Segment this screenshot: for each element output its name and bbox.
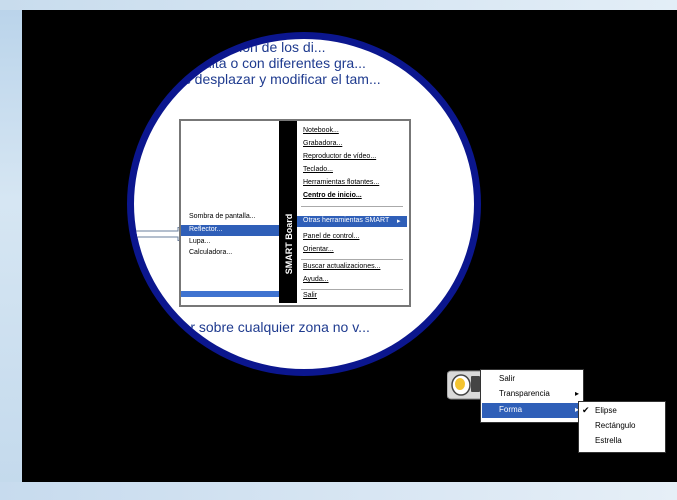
spot-text-line-2: ulta o con diferentes gra... (204, 55, 366, 71)
menu-separator (301, 206, 403, 207)
menu-item-notebook[interactable]: Notebook... (303, 127, 339, 134)
submenu-item-calculadora[interactable]: Calculadora... (189, 249, 232, 256)
submenu-bottom-bar (181, 291, 279, 297)
chevron-right-icon: ▸ (397, 218, 401, 225)
menu-item-centro-inicio[interactable]: Centro de inicio... (303, 192, 362, 199)
spot-text-line-4: trar sobre cualquier zona no v... (174, 319, 370, 335)
context-item-salir[interactable]: Salir (499, 374, 515, 383)
submenu-item-reflector[interactable]: Reflector... (189, 226, 222, 233)
desktop-background-top (0, 0, 677, 10)
smart-tools-screenshot: Sombra de pantalla... Reflector... Lupa.… (179, 119, 411, 307)
context-item-forma[interactable]: Forma (499, 405, 522, 414)
smart-main-menu: Notebook... Grabadora... Reproductor de … (297, 121, 407, 303)
shape-item-rectangulo[interactable]: Rectángulo (595, 421, 635, 430)
submenu-item-sombra[interactable]: Sombra de pantalla... (189, 213, 256, 220)
smart-board-logo: SMART Board (279, 121, 297, 303)
menu-separator (301, 289, 403, 290)
desktop-background-bottom (0, 482, 677, 500)
menu-item-reproductor[interactable]: Reproductor de vídeo... (303, 153, 376, 160)
brand-label: SMART Board (284, 213, 294, 275)
menu-separator (301, 259, 403, 260)
tools-submenu: Sombra de pantalla... Reflector... Lupa.… (181, 121, 280, 303)
menu-item-buscar-actualizaciones[interactable]: Buscar actualizaciones... (303, 263, 380, 270)
menu-item-orientar[interactable]: Orientar... (303, 246, 334, 253)
menu-item-ayuda[interactable]: Ayuda... (303, 276, 329, 283)
menu-item-grabadora[interactable]: Grabadora... (303, 140, 342, 147)
spotlight-overlay[interactable]: ición de los di... ulta o con diferentes… (22, 10, 677, 482)
shape-item-estrella[interactable]: Estrella (595, 436, 622, 445)
shape-item-elipse[interactable]: Elipse (595, 406, 617, 415)
menu-item-panel-control[interactable]: Panel de control... (303, 233, 359, 240)
context-item-transparencia[interactable]: Transparencia (499, 389, 550, 398)
menu-item-herramientas-flotantes[interactable]: Herramientas flotantes... (303, 179, 379, 186)
shape-submenu: ✔ Elipse Rectángulo Estrella (578, 401, 666, 453)
spotlight-context-menu: Salir Transparencia ▸ Forma ▸ (480, 369, 584, 423)
spot-text-line-3: os desplazar y modificar el tam... (176, 71, 381, 87)
menu-item-teclado[interactable]: Teclado... (303, 166, 333, 173)
context-selection (482, 403, 582, 418)
checkmark-icon: ✔ (582, 405, 590, 415)
spot-text-line-1: ición de los di... (229, 39, 326, 55)
chevron-right-icon: ▸ (574, 389, 579, 398)
submenu-item-lupa[interactable]: Lupa... (189, 238, 210, 245)
menu-item-salir[interactable]: Salir (303, 292, 317, 299)
desktop-background-left (0, 0, 22, 500)
menu-item-otras-herramientas[interactable]: Otras herramientas SMART (303, 217, 389, 224)
spotlight-circle[interactable]: ición de los di... ulta o con diferentes… (127, 32, 481, 376)
